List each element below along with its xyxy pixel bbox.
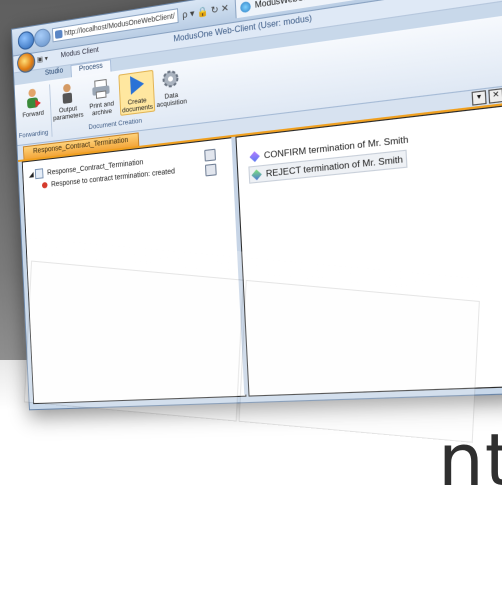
document-action-icon[interactable] [205,164,217,177]
forward-nav-button[interactable] [34,28,51,49]
pane-controls: ▾ ✕ [472,88,502,106]
expand-icon[interactable]: ◢ [29,171,34,179]
document-action-icon[interactable] [204,149,216,162]
output-parameters-icon [56,81,77,106]
quick-access-toolbar[interactable]: ▣ ▾ [37,54,48,64]
create-documents-button[interactable]: Create documents [118,70,155,116]
document-icon [35,168,44,179]
diamond-icon [252,170,262,181]
play-arrow-icon [125,72,147,98]
page-icon [55,30,63,39]
printer-icon [90,76,112,101]
group-label-document-creation: Document Creation [88,117,142,131]
print-and-archive-button[interactable]: Print and archive [84,75,118,118]
app-orb-icon[interactable] [17,51,36,74]
pane-menu-button[interactable]: ▾ [472,90,487,106]
forward-person-icon [22,86,43,111]
back-button[interactable] [18,30,35,51]
address-tools[interactable]: ρ ▾ 🔒 ↻ ✕ [182,0,229,22]
forward-button[interactable]: Forward [17,85,49,120]
data-acquisition-button[interactable]: Data acquisition [153,65,189,109]
reflection-left-pane [24,261,244,422]
output-parameters-button[interactable]: Output parameters [51,80,84,123]
reflection-right-pane [239,280,480,443]
app-client-name: Modus Client [61,47,99,60]
group-label-forwarding: Forwarding [19,129,49,140]
gear-icon [159,66,182,92]
diamond-icon [250,152,260,163]
site-icon [240,1,251,13]
status-icon [42,182,48,189]
pane-close-button[interactable]: ✕ [488,88,502,104]
browser-tab-title: ModusWebClient [255,0,320,10]
